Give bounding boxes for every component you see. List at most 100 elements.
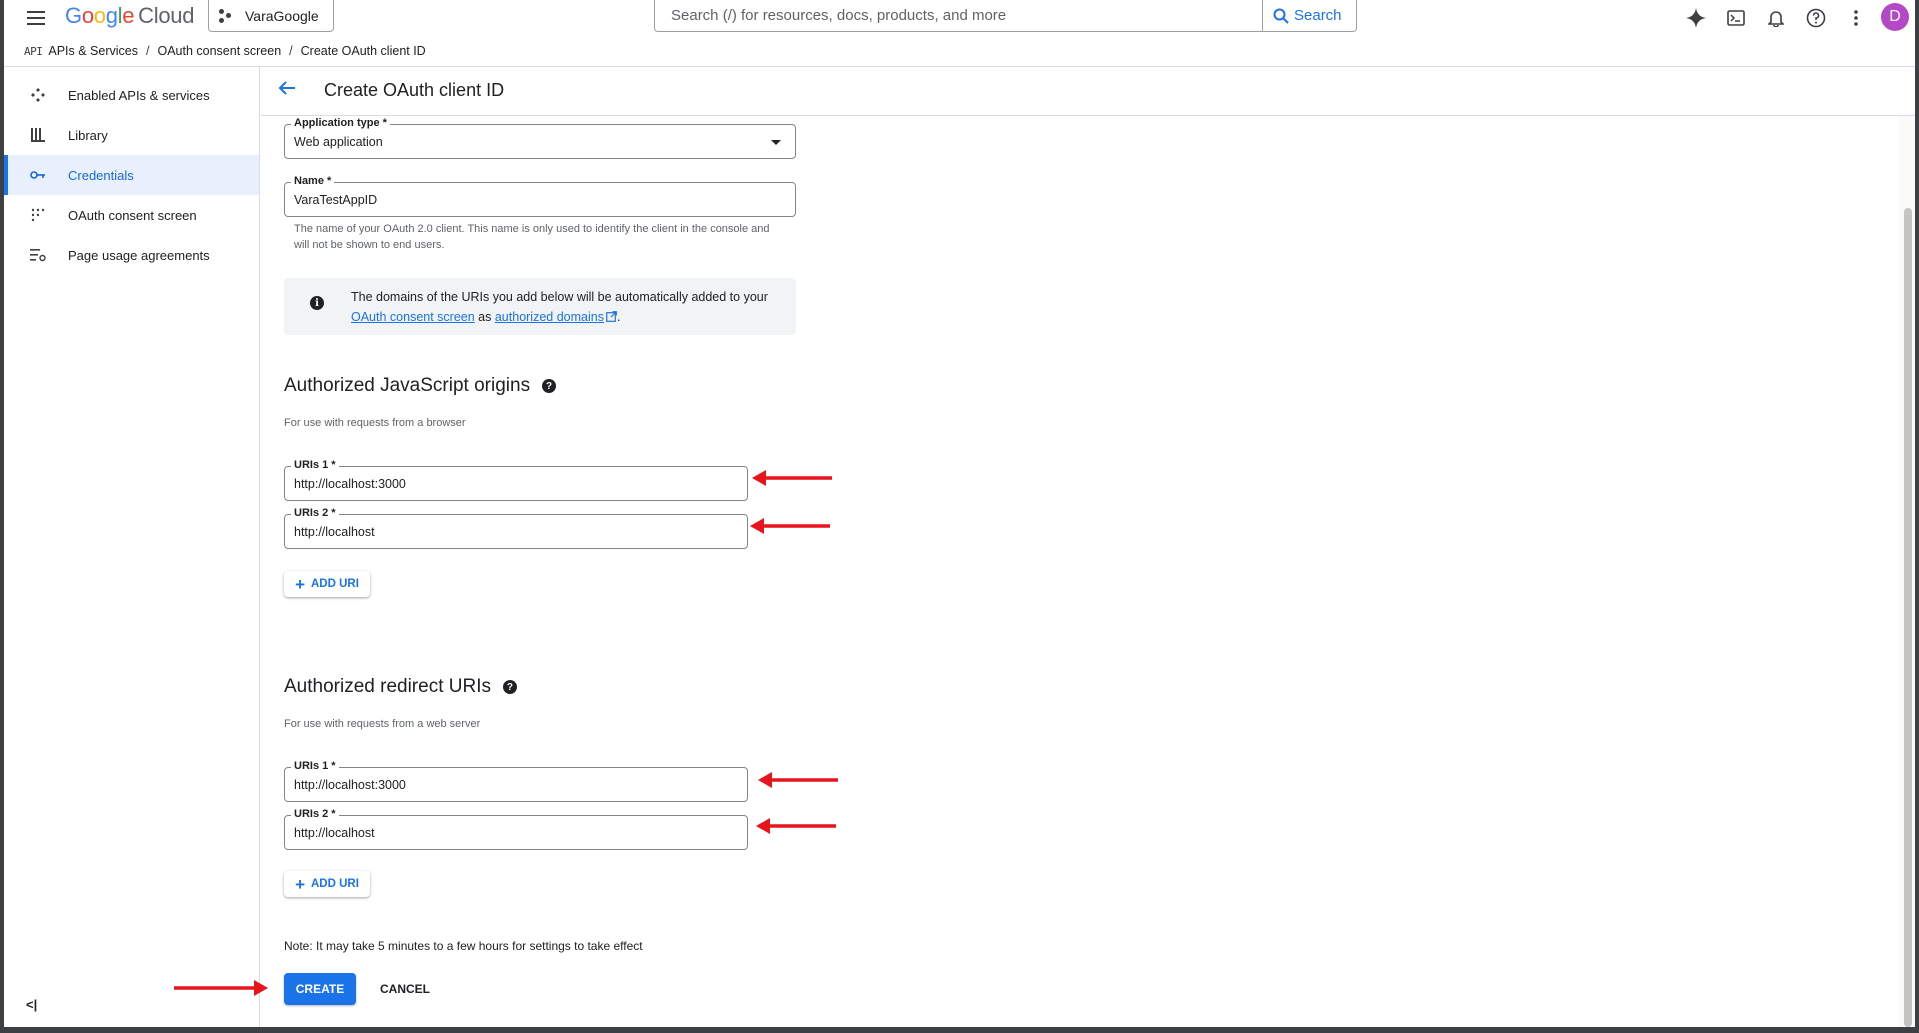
name-field[interactable]: Name * VaraTestAppID <box>284 175 796 217</box>
uri-label: URIs 1 * <box>291 459 339 471</box>
dropdown-arrow-icon <box>771 140 781 145</box>
sidebar-item-label: OAuth consent screen <box>68 207 197 223</box>
more-vert-icon[interactable] <box>1842 4 1870 32</box>
add-uri-label: ADD URI <box>311 878 359 890</box>
api-badge-icon: API <box>24 44 43 58</box>
plus-icon: + <box>295 574 305 594</box>
uri-label: URIs 2 * <box>291 507 339 519</box>
annotation-arrow-icon <box>750 518 830 534</box>
application-type-value: Web application <box>294 135 383 149</box>
annotation-arrow-icon <box>756 818 836 834</box>
js-origins-title-text: Authorized JavaScript origins <box>284 375 531 396</box>
js-origin-uri-1-field[interactable]: URIs 1 * http://localhost:3000 <box>284 459 748 501</box>
sidebar-item-enabled-apis[interactable]: Enabled APIs & services <box>4 75 259 115</box>
uri-value: http://localhost <box>294 826 375 840</box>
sidebar-item-label: Library <box>68 127 108 143</box>
info-icon: i <box>310 296 324 310</box>
page-title: Create OAuth client ID <box>324 80 505 100</box>
page-header: Create OAuth client ID <box>261 67 1915 116</box>
sidebar-item-label: Page usage agreements <box>68 247 210 263</box>
search-button-label: Search <box>1294 7 1342 24</box>
info-prefix: The domains of the URIs you add below wi… <box>351 290 768 304</box>
name-helper-text: The name of your OAuth 2.0 client. This … <box>294 223 770 251</box>
scrollbar-thumb[interactable] <box>1904 208 1912 1027</box>
project-name: VaraGoogle <box>245 7 319 24</box>
redirect-uris-title-text: Authorized redirect URIs <box>284 676 491 697</box>
breadcrumb: API APIs & Services / OAuth consent scre… <box>24 44 426 58</box>
add-uri-label: ADD URI <box>311 578 359 590</box>
info-suffix: . <box>616 310 621 324</box>
consent-screen-icon <box>29 206 47 224</box>
add-js-origin-uri-button[interactable]: + ADD URI <box>284 571 370 597</box>
search-placeholder: Search (/) for resources, docs, products… <box>671 7 1007 24</box>
cloud-shell-icon[interactable] <box>1722 4 1750 32</box>
external-link-icon <box>606 311 617 322</box>
user-avatar[interactable]: D <box>1881 3 1909 31</box>
breadcrumb-item-current: Create OAuth client ID <box>300 44 426 58</box>
settings-note: Note: It may take 5 minutes to a few hou… <box>284 939 643 953</box>
back-arrow-icon[interactable] <box>278 80 296 101</box>
uri-label: URIs 2 * <box>291 808 339 820</box>
annotation-arrow-icon <box>174 980 268 996</box>
js-origins-subtitle: For use with requests from a browser <box>284 417 466 429</box>
settings-list-icon <box>29 246 47 264</box>
info-box: i The domains of the URIs you add below … <box>284 278 796 335</box>
sidebar-item-credentials[interactable]: Credentials <box>4 155 259 195</box>
notifications-bell-icon[interactable] <box>1762 4 1790 32</box>
annotation-arrow-icon <box>752 470 832 486</box>
application-type-label: Application type * <box>291 117 390 129</box>
sidebar: Enabled APIs & services Library Credenti… <box>4 67 260 1027</box>
window-frame-bottom <box>0 1027 1919 1033</box>
google-cloud-logo[interactable]: Google Cloud <box>65 3 194 29</box>
gemini-sparkle-icon[interactable] <box>1682 4 1710 32</box>
plus-icon: + <box>295 874 305 894</box>
search-input[interactable]: Search (/) for resources, docs, products… <box>654 0 1263 32</box>
redirect-uri-2-field[interactable]: URIs 2 * http://localhost <box>284 808 748 850</box>
uri-value: http://localhost <box>294 525 375 539</box>
sidebar-item-page-usage[interactable]: Page usage agreements <box>4 235 259 275</box>
redirect-uris-title: Authorized redirect URIs ? <box>284 676 517 698</box>
logo-cloud-text: Cloud <box>138 3 195 28</box>
top-bar: Google Cloud VaraGoogle Search (/) for re… <box>4 0 1915 38</box>
redirect-uri-1-field[interactable]: URIs 1 * http://localhost:3000 <box>284 760 748 802</box>
application-type-select[interactable]: Application type * Web application <box>284 117 796 159</box>
sidebar-item-label: Enabled APIs & services <box>68 87 210 103</box>
breadcrumb-separator: / <box>146 44 150 58</box>
enabled-apis-icon <box>29 86 47 104</box>
js-origins-title: Authorized JavaScript origins ? <box>284 375 557 397</box>
info-mid: as <box>478 310 492 324</box>
sidebar-item-library[interactable]: Library <box>4 115 259 155</box>
cancel-button[interactable]: CANCEL <box>370 973 440 1005</box>
breadcrumb-item-consent[interactable]: OAuth consent screen <box>157 44 281 58</box>
help-circle-icon[interactable]: ? <box>502 680 517 694</box>
js-origin-uri-2-field[interactable]: URIs 2 * http://localhost <box>284 507 748 549</box>
uri-label: URIs 1 * <box>291 760 339 772</box>
breadcrumb-separator: / <box>289 44 293 58</box>
key-icon <box>29 166 47 184</box>
collapse-sidebar-icon[interactable]: <| <box>26 997 37 1012</box>
name-label: Name * <box>291 175 335 187</box>
info-text: The domains of the URIs you add below wi… <box>351 287 771 327</box>
help-circle-icon[interactable]: ? <box>542 379 557 393</box>
annotation-arrow-icon <box>758 772 838 788</box>
library-icon <box>29 126 47 144</box>
sidebar-item-label: Credentials <box>68 167 134 183</box>
search-icon <box>1273 8 1289 24</box>
logo-google-text: Google <box>65 3 135 28</box>
redirect-uris-subtitle: For use with requests from a web server <box>284 718 481 730</box>
search-button[interactable]: Search <box>1263 0 1357 32</box>
window-frame-right <box>1915 0 1919 1033</box>
add-redirect-uri-button[interactable]: + ADD URI <box>284 871 370 897</box>
breadcrumb-item-apis[interactable]: APIs & Services <box>48 44 138 58</box>
project-picker-button[interactable]: VaraGoogle <box>208 0 334 32</box>
uri-value: http://localhost:3000 <box>294 778 406 792</box>
create-button[interactable]: CREATE <box>284 973 356 1005</box>
sidebar-item-oauth-consent[interactable]: OAuth consent screen <box>4 195 259 235</box>
project-dots-icon <box>219 8 237 23</box>
uri-value: http://localhost:3000 <box>294 477 406 491</box>
oauth-consent-screen-link[interactable]: OAuth consent screen <box>351 310 475 324</box>
help-icon[interactable] <box>1802 4 1830 32</box>
authorized-domains-link[interactable]: authorized domains <box>495 310 604 324</box>
hamburger-menu-icon[interactable] <box>22 4 50 32</box>
name-value: VaraTestAppID <box>294 193 378 207</box>
